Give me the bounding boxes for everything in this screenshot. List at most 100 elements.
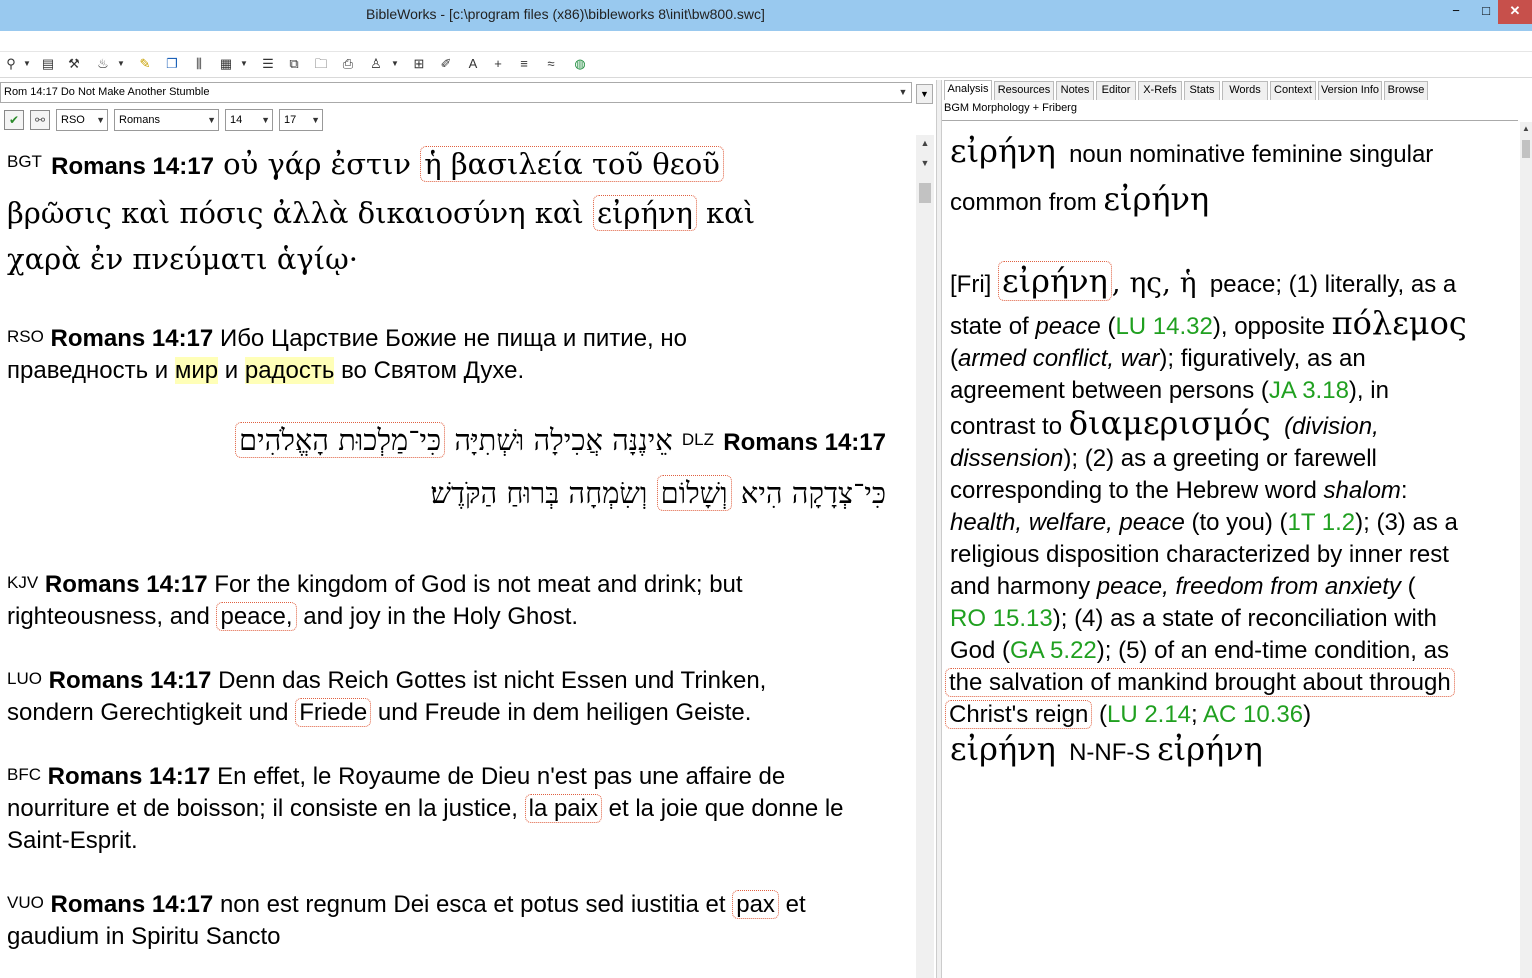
scripture-link[interactable]: LU 2.14: [1107, 701, 1191, 728]
folder-icon[interactable]: 🗀: [313, 56, 329, 72]
text-icon[interactable]: A: [465, 56, 481, 72]
book-select[interactable]: Romans ▼: [114, 109, 219, 131]
selected-phrase[interactable]: Christ's reign: [945, 700, 1093, 729]
scripture-link[interactable]: 1T 1.2: [1288, 509, 1356, 536]
verse-icon[interactable]: ≡: [516, 56, 532, 72]
verse-text[interactable]: во Святом Духе.: [341, 357, 524, 384]
verse-text[interactable]: For the kingdom of God is not meat and d…: [214, 571, 742, 598]
verse-text[interactable]: אֵינֶנָּה אֲכִילָה וּשְׁתִיָּה: [454, 423, 672, 457]
verse-text[interactable]: χαρὰ ἐν πνεύματι ἁγίῳ·: [7, 242, 358, 276]
bible-text-window[interactable]: BGT Romans 14:17 οὐ γάρ ἐστιν ἡ βασιλεία…: [0, 135, 916, 978]
verse-text[interactable]: праведность и: [7, 357, 168, 384]
check-icon[interactable]: ✔: [4, 110, 24, 130]
scripture-link[interactable]: JA 3.18: [1269, 377, 1349, 404]
scroll-down-icon[interactable]: ▼: [916, 158, 934, 168]
selected-word[interactable]: pax: [732, 890, 779, 919]
scroll-up-icon[interactable]: ▲: [916, 138, 934, 148]
verse-ref[interactable]: Romans 14:17: [48, 763, 211, 790]
tab-xrefs[interactable]: X-Refs: [1138, 81, 1182, 100]
selected-word[interactable]: וְשָׁלוֹם: [656, 475, 732, 511]
right-scrollbar[interactable]: ▲: [1520, 122, 1532, 978]
person-icon[interactable]: ♙: [368, 56, 384, 72]
analysis-window[interactable]: εἰρήνη noun nominative feminine singular…: [942, 120, 1518, 978]
verse-text[interactable]: nourriture et de boisson; il consiste en…: [7, 795, 518, 822]
verse-ref[interactable]: Romans 14:17: [51, 153, 214, 180]
verse-select[interactable]: 17 ▼: [279, 109, 323, 131]
bgm-word[interactable]: εἰρήνη: [950, 730, 1056, 768]
verse-text[interactable]: καὶ: [706, 196, 755, 230]
selected-word[interactable]: Friede: [295, 698, 372, 727]
greek-word[interactable]: πόλεμος: [1332, 304, 1467, 342]
edit-icon[interactable]: ✐: [438, 56, 454, 72]
columns-icon[interactable]: ⫼: [191, 56, 207, 72]
verse-text[interactable]: Denn das Reich Gottes ist nicht Essen un…: [218, 667, 766, 694]
verse-text[interactable]: and joy in the Holy Ghost.: [303, 603, 578, 630]
verse-text[interactable]: sondern Gerechtigkeit und: [7, 699, 289, 726]
tab-editor[interactable]: Editor: [1096, 81, 1136, 100]
maximize-button[interactable]: □: [1472, 0, 1500, 24]
verse-ref[interactable]: Romans 14:17: [723, 429, 886, 456]
verse-text[interactable]: כִּי־צְדָקָה הִיא: [741, 476, 886, 510]
highlighted-word[interactable]: радость: [244, 357, 335, 384]
verse-ref[interactable]: Romans 14:17: [49, 667, 212, 694]
tab-resources[interactable]: Resources: [994, 81, 1054, 100]
verse-text[interactable]: righteousness, and: [7, 603, 210, 630]
minimize-button[interactable]: −: [1442, 0, 1470, 24]
add-icon[interactable]: +: [490, 56, 506, 72]
scripture-link[interactable]: LU 14.32: [1115, 313, 1212, 340]
reference-dropdown-button[interactable]: ▼: [916, 84, 933, 104]
verse-text[interactable]: οὐ γάρ ἐστιν: [223, 147, 411, 181]
tab-version-info[interactable]: Version Info: [1318, 81, 1382, 100]
verse-text[interactable]: et la joie que donne le: [609, 795, 844, 822]
scroll-thumb[interactable]: [919, 183, 931, 203]
windows-icon[interactable]: ❐: [164, 56, 180, 72]
left-scrollbar[interactable]: ▲ ▼: [916, 135, 934, 978]
tab-browse[interactable]: Browse: [1384, 81, 1428, 100]
headword[interactable]: εἰρήνη: [998, 261, 1112, 301]
tab-stats[interactable]: Stats: [1184, 81, 1220, 100]
chevron-down-icon[interactable]: ▼: [116, 56, 126, 72]
lemma-greek-2[interactable]: εἰρήνη: [1103, 180, 1209, 218]
verse-text[interactable]: и: [225, 357, 238, 384]
verse-ref[interactable]: Romans 14:17: [45, 571, 208, 598]
verse-reference-box[interactable]: Rom 14:17 Do Not Make Another Stumble ▼: [0, 82, 912, 103]
copy-icon[interactable]: ⧉: [286, 56, 302, 72]
verse-text[interactable]: et: [786, 891, 806, 918]
word-icon[interactable]: ≈: [543, 56, 559, 72]
verse-text[interactable]: וְשִׂמְחָה בְּרוּחַ הַקֹּדֶשׁ׃: [430, 476, 647, 510]
tab-words[interactable]: Words: [1222, 81, 1268, 100]
verse-ref[interactable]: Romans 14:17: [51, 891, 214, 918]
tab-analysis[interactable]: Analysis: [944, 80, 992, 100]
search-tool-icon[interactable]: ⚲: [3, 56, 19, 72]
scripture-link[interactable]: RO 15.13: [950, 605, 1053, 632]
tools-icon[interactable]: ⚒: [66, 56, 82, 72]
close-button[interactable]: ✕: [1498, 0, 1532, 24]
greek-word[interactable]: διαμερισμός: [1069, 404, 1271, 442]
selected-phrase[interactable]: ἡ βασιλεία τοῦ θεοῦ: [420, 146, 724, 182]
verse-text[interactable]: non est regnum Dei esca et potus sed ius…: [220, 891, 726, 918]
chapter-select[interactable]: 14 ▼: [225, 109, 273, 131]
version-select[interactable]: RSO ▼: [56, 109, 108, 131]
verse-text[interactable]: βρῶσις καὶ πόσις ἀλλὰ δικαιοσύνη καὶ: [7, 196, 584, 230]
scripture-link[interactable]: GA 5.22: [1010, 637, 1097, 664]
verse-text[interactable]: En effet, le Royaume de Dieu n'est pas u…: [217, 763, 785, 790]
tab-notes[interactable]: Notes: [1056, 81, 1094, 100]
selected-phrase[interactable]: the salvation of mankind brought about t…: [945, 668, 1455, 697]
chevron-down-icon[interactable]: ▼: [895, 83, 911, 102]
selected-phrase[interactable]: כִּי־מַלְכוּת הָאֱלֹהִים: [234, 422, 446, 458]
verse-text[interactable]: gaudium in Spiritu Sancto: [7, 923, 281, 950]
scroll-up-icon[interactable]: ▲: [1520, 124, 1532, 133]
link-icon[interactable]: ⚯: [30, 110, 50, 130]
selected-word[interactable]: la paix: [524, 794, 602, 823]
verse-text[interactable]: Saint-Esprit.: [7, 827, 138, 854]
scripture-link[interactable]: AC 10.36: [1203, 701, 1303, 728]
chevron-down-icon[interactable]: ▼: [22, 56, 32, 72]
lemma-greek[interactable]: εἰρήνη: [950, 132, 1056, 170]
scroll-thumb[interactable]: [1522, 140, 1530, 158]
tab-context[interactable]: Context: [1270, 81, 1316, 100]
chevron-down-icon[interactable]: ▼: [239, 56, 249, 72]
chevron-down-icon[interactable]: ▼: [390, 56, 400, 72]
verse-ref[interactable]: Romans 14:17: [51, 325, 214, 352]
lamp-icon[interactable]: ♨: [95, 56, 111, 72]
grid-icon[interactable]: ▦: [218, 56, 234, 72]
